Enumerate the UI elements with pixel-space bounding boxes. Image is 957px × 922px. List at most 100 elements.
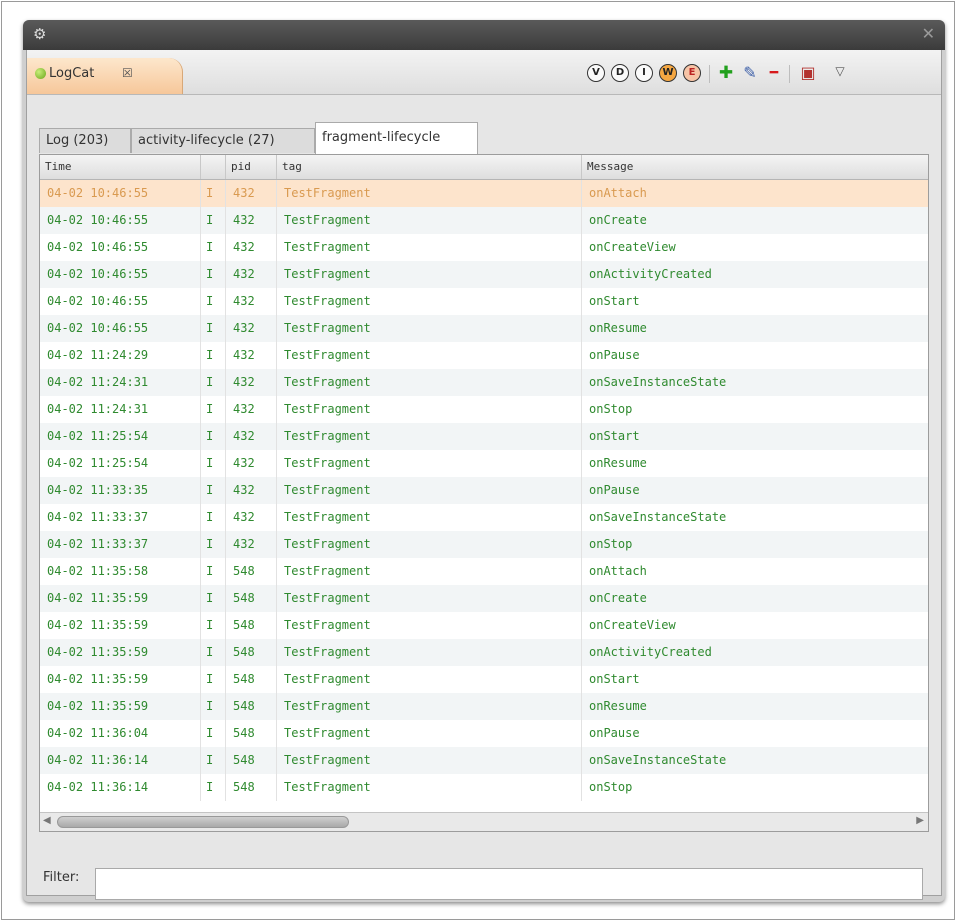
cell-message: onResume bbox=[589, 699, 647, 713]
cell-message: onResume bbox=[589, 321, 647, 335]
table-row[interactable]: 04-02 11:35:59 I 548 TestFragment onActivity… bbox=[40, 639, 928, 666]
horizontal-scrollbar[interactable]: ◀ ▶ bbox=[40, 812, 928, 831]
view-menu-icon[interactable]: ▽ bbox=[831, 64, 849, 82]
table-row[interactable]: 04-02 11:35:59 I 548 TestFragment onCreate bbox=[40, 585, 928, 612]
cell-pid: 548 bbox=[226, 774, 277, 801]
cell-level: I bbox=[201, 666, 226, 693]
cell-tag: TestFragment bbox=[277, 612, 582, 639]
table-row[interactable]: 04-02 11:24:29 I 432 TestFragment onPause bbox=[40, 342, 928, 369]
cell-message: onStop bbox=[589, 537, 633, 551]
table-row[interactable]: 04-02 11:36:14 I 548 TestFragment onSaveInst… bbox=[40, 747, 928, 774]
table-header: Time pid tag Message bbox=[40, 155, 928, 180]
table-row[interactable]: 04-02 11:35:59 I 548 TestFragment onResume bbox=[40, 693, 928, 720]
edit-filter-icon[interactable]: ✎ bbox=[741, 64, 759, 82]
cell-tag: TestFragment bbox=[277, 585, 582, 612]
cell-message: onPause bbox=[589, 483, 640, 497]
table-row[interactable]: 04-02 11:24:31 I 432 TestFragment onSaveInst… bbox=[40, 369, 928, 396]
cell-level: I bbox=[201, 234, 226, 261]
cell-tag: TestFragment bbox=[277, 666, 582, 693]
logcat-view-tab[interactable]: LogCat ☒ bbox=[27, 58, 183, 94]
filter-input[interactable] bbox=[95, 868, 923, 900]
cell-time: 04-02 10:46:55 bbox=[40, 207, 201, 234]
cell-time: 04-02 11:33:37 bbox=[40, 531, 201, 558]
cell-pid: 548 bbox=[226, 720, 277, 747]
table-row[interactable]: 04-02 10:46:55 I 432 TestFragment onResume bbox=[40, 315, 928, 342]
scroll-right-icon[interactable]: ▶ bbox=[916, 815, 924, 826]
cell-time: 04-02 11:36:14 bbox=[40, 747, 201, 774]
cell-tag: TestFragment bbox=[277, 747, 582, 774]
close-icon[interactable]: ✕ bbox=[922, 25, 935, 43]
verbose-icon[interactable]: V bbox=[587, 64, 605, 82]
header-message[interactable]: Message bbox=[582, 155, 928, 179]
cell-pid: 432 bbox=[226, 342, 277, 369]
cell-time: 04-02 10:46:55 bbox=[40, 261, 201, 288]
cell-pid: 432 bbox=[226, 180, 277, 207]
cell-level: I bbox=[201, 288, 226, 315]
cell-pid: 548 bbox=[226, 639, 277, 666]
view-tab-close-icon[interactable]: ☒ bbox=[122, 66, 133, 80]
header-tag[interactable]: tag bbox=[277, 155, 582, 179]
scroll-left-icon[interactable]: ◀ bbox=[43, 815, 51, 826]
cell-message: onSaveInstanceState bbox=[589, 375, 727, 389]
cell-tag: TestFragment bbox=[277, 315, 582, 342]
error-icon[interactable]: E bbox=[683, 64, 701, 82]
cell-message: onStop bbox=[589, 402, 633, 416]
cell-tag: TestFragment bbox=[277, 423, 582, 450]
gear-icon[interactable]: ⚙ bbox=[33, 26, 49, 42]
cell-tag: TestFragment bbox=[277, 396, 582, 423]
logcat-window: ⚙ ✕ LogCat ☒ V D I W E ✚ ✎ ━ ▣ ▽ Log (20… bbox=[23, 20, 945, 902]
scrollbar-thumb[interactable] bbox=[57, 816, 349, 828]
cell-level: I bbox=[201, 207, 226, 234]
tab-fragment-lifecycle[interactable]: fragment-lifecycle bbox=[315, 122, 478, 154]
table-row[interactable]: 04-02 10:46:55 I 432 TestFragment onStart bbox=[40, 288, 928, 315]
table-row[interactable]: 04-02 10:46:55 I 432 TestFragment onAttach bbox=[40, 180, 928, 207]
table-row[interactable]: 04-02 10:46:55 I 432 TestFragment onCreateVi… bbox=[40, 234, 928, 261]
logcat-panel: LogCat ☒ V D I W E ✚ ✎ ━ ▣ ▽ Log (203) a… bbox=[26, 50, 942, 900]
clear-log-icon[interactable]: ▣ bbox=[799, 64, 817, 82]
table-row[interactable]: 04-02 11:25:54 I 432 TestFragment onResume bbox=[40, 450, 928, 477]
table-row[interactable]: 04-02 11:35:59 I 548 TestFragment onCreateVi… bbox=[40, 612, 928, 639]
cell-tag: TestFragment bbox=[277, 288, 582, 315]
cell-pid: 432 bbox=[226, 288, 277, 315]
table-row[interactable]: 04-02 11:35:59 I 548 TestFragment onStart bbox=[40, 666, 928, 693]
header-time[interactable]: Time bbox=[40, 155, 201, 179]
cell-pid: 432 bbox=[226, 504, 277, 531]
cell-tag: TestFragment bbox=[277, 207, 582, 234]
table-row[interactable]: 04-02 10:46:55 I 432 TestFragment onCreate bbox=[40, 207, 928, 234]
table-row[interactable]: 04-02 11:36:14 I 548 TestFragment onStop bbox=[40, 774, 928, 801]
cell-level: I bbox=[201, 558, 226, 585]
cell-time: 04-02 11:25:54 bbox=[40, 450, 201, 477]
table-row[interactable]: 04-02 11:33:35 I 432 TestFragment onPause bbox=[40, 477, 928, 504]
table-row[interactable]: 04-02 11:24:31 I 432 TestFragment onStop bbox=[40, 396, 928, 423]
cell-pid: 432 bbox=[226, 531, 277, 558]
header-level[interactable] bbox=[201, 155, 226, 179]
cell-time: 04-02 10:46:55 bbox=[40, 315, 201, 342]
cell-level: I bbox=[201, 774, 226, 801]
remove-filter-icon[interactable]: ━ bbox=[765, 64, 783, 82]
header-pid[interactable]: pid bbox=[226, 155, 277, 179]
cell-level: I bbox=[201, 369, 226, 396]
window-titlebar[interactable]: ⚙ ✕ bbox=[23, 20, 945, 50]
cell-pid: 432 bbox=[226, 369, 277, 396]
cell-tag: TestFragment bbox=[277, 180, 582, 207]
table-row[interactable]: 04-02 10:46:55 I 432 TestFragment onActivity… bbox=[40, 261, 928, 288]
cell-level: I bbox=[201, 720, 226, 747]
table-row[interactable]: 04-02 11:33:37 I 432 TestFragment onStop bbox=[40, 531, 928, 558]
cell-message: onCreate bbox=[589, 213, 647, 227]
tab-log[interactable]: Log (203) bbox=[39, 128, 131, 153]
cell-time: 04-02 10:46:55 bbox=[40, 288, 201, 315]
add-filter-icon[interactable]: ✚ bbox=[717, 64, 735, 82]
tab-activity-lifecycle[interactable]: activity-lifecycle (27) bbox=[131, 128, 315, 153]
table-row[interactable]: 04-02 11:25:54 I 432 TestFragment onStart bbox=[40, 423, 928, 450]
table-row[interactable]: 04-02 11:35:58 I 548 TestFragment onAttach bbox=[40, 558, 928, 585]
table-row[interactable]: 04-02 11:33:37 I 432 TestFragment onSaveInst… bbox=[40, 504, 928, 531]
table-row[interactable]: 04-02 11:36:04 I 548 TestFragment onPause bbox=[40, 720, 928, 747]
cell-tag: TestFragment bbox=[277, 504, 582, 531]
info-icon[interactable]: I bbox=[635, 64, 653, 82]
warning-icon[interactable]: W bbox=[659, 64, 677, 82]
cell-pid: 548 bbox=[226, 666, 277, 693]
toolbar-separator bbox=[789, 65, 790, 83]
table-body: 04-02 10:46:55 I 432 TestFragment onAttach 04… bbox=[40, 180, 928, 801]
view-tabbar: LogCat ☒ V D I W E ✚ ✎ ━ ▣ ▽ bbox=[27, 50, 941, 95]
debug-icon[interactable]: D bbox=[611, 64, 629, 82]
